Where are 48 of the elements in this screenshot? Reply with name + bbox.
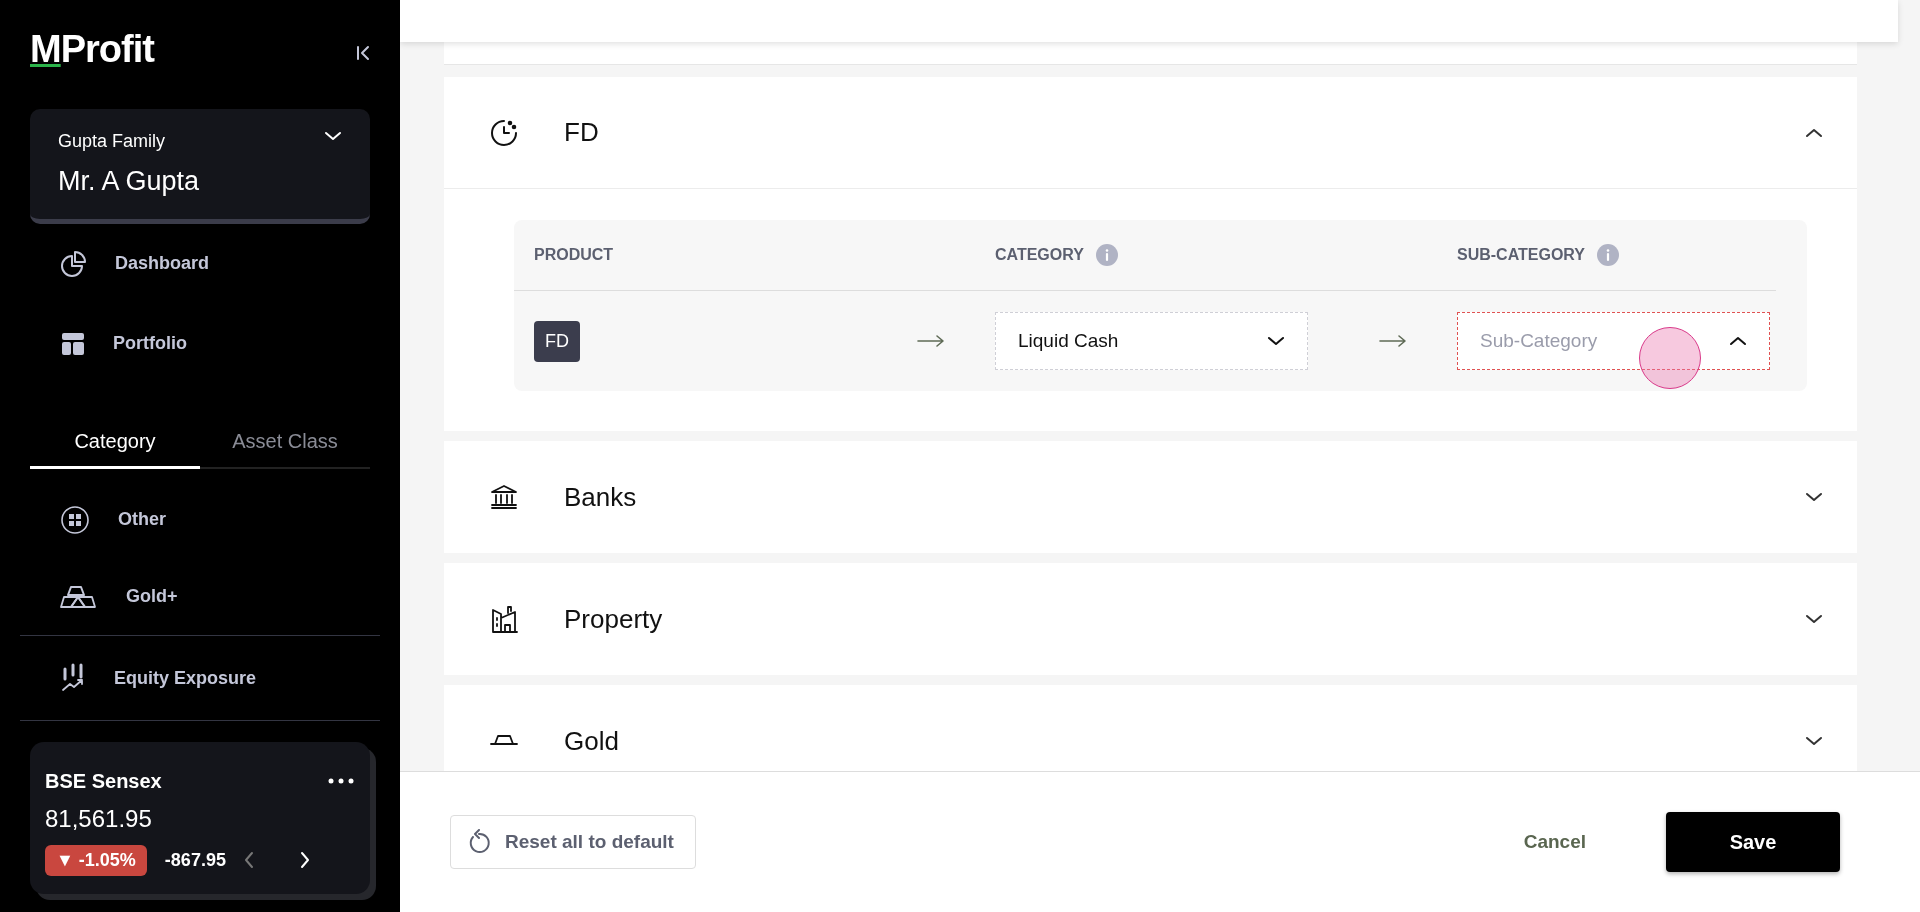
reset-button[interactable]: Reset all to default [450, 815, 696, 869]
more-icon[interactable] [328, 778, 354, 785]
category-item[interactable]: Other [30, 481, 370, 559]
grid-icon [60, 330, 86, 357]
pie-chart-icon [60, 249, 88, 278]
chevron-down-icon [1805, 736, 1823, 746]
chevron-down-icon [1805, 492, 1823, 502]
chevron-down-icon [324, 130, 342, 141]
category-item[interactable]: Equity Exposure [30, 636, 370, 720]
family-selector[interactable]: Gupta Family Mr. A Gupta [30, 108, 370, 224]
arrow-right-icon [1379, 334, 1407, 348]
section-header[interactable]: Property [444, 563, 1857, 675]
tab[interactable]: Category [30, 417, 200, 470]
collapse-icon[interactable] [356, 45, 370, 62]
cancel-button[interactable]: Cancel [1517, 830, 1592, 854]
column-header: CATEGORY [995, 246, 1084, 264]
chevron-up-icon [1805, 127, 1823, 138]
column-header: PRODUCT [534, 246, 614, 264]
tab[interactable]: Asset Class [200, 417, 370, 470]
candlestick-chart-icon [60, 663, 86, 694]
save-button[interactable]: Save [1666, 812, 1840, 872]
logo: MProfit [30, 27, 154, 71]
index-name: BSE Sensex [45, 770, 163, 793]
member-name: Mr. A Gupta [58, 165, 201, 197]
column-header: SUB-CATEGORY [1457, 246, 1585, 264]
reset-icon [467, 829, 491, 855]
building-icon [490, 604, 518, 634]
change-value: -867.95 [164, 850, 226, 871]
section-header[interactable]: Banks [444, 441, 1857, 553]
grid-circle-icon [60, 504, 90, 535]
chevron-right-icon[interactable] [300, 851, 310, 870]
arrow-right-icon [917, 334, 945, 348]
ingot-stack-icon [60, 584, 98, 609]
category-item[interactable]: Gold+ [30, 558, 370, 636]
chevron-left-icon[interactable] [243, 851, 254, 870]
family-name: Gupta Family [58, 130, 167, 152]
nav-item[interactable]: Portfolio [30, 303, 370, 384]
index-value: 81,561.95 [45, 805, 153, 833]
chevron-down-icon [1267, 336, 1285, 346]
chevron-up-icon [1729, 336, 1747, 346]
chevron-down-icon [1805, 614, 1823, 624]
section-header[interactable]: Gold [444, 685, 1857, 771]
change-badge: ▼ -1.05% [45, 845, 147, 876]
nav-item[interactable]: Dashboard [30, 223, 370, 304]
section-header[interactable]: FD [444, 77, 1857, 189]
product-tag: FD [534, 320, 580, 362]
dropdown[interactable]: Liquid Cash [995, 312, 1308, 370]
bank-icon [489, 483, 519, 511]
